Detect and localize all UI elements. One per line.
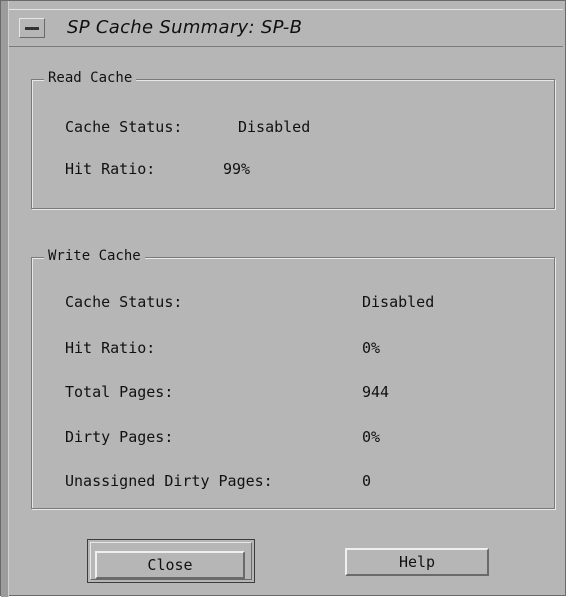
unassigned-dirty-pages-label: Unassigned Dirty Pages: [65,472,273,490]
write-hit-ratio-value: 0% [362,339,381,357]
read-cache-status-label: Cache Status: [65,118,183,136]
read-hit-ratio-value: 99% [223,160,251,178]
unassigned-dirty-pages-value: 0 [362,472,372,490]
write-cache-status-value: Disabled [362,293,435,311]
read-cache-legend: Read Cache [44,70,137,86]
window-menu-button[interactable] [19,18,45,38]
write-cache-legend: Write Cache [44,248,145,264]
window-border [1,1,9,597]
read-cache-status-value: Disabled [238,118,311,136]
window-title: SP Cache Summary: SP-B [67,17,303,38]
total-pages-label: Total Pages: [65,383,174,401]
dirty-pages-label: Dirty Pages: [65,428,174,446]
help-button[interactable]: Help [345,548,489,576]
read-cache-group: Read Cache [31,70,555,209]
write-hit-ratio-label: Hit Ratio: [65,339,156,357]
window-menu-icon [25,27,39,30]
write-cache-status-label: Cache Status: [65,293,183,311]
title-bar[interactable]: SP Cache Summary: SP-B [9,9,563,47]
close-button[interactable]: Close [95,551,245,579]
total-pages-value: 944 [362,383,390,401]
read-hit-ratio-label: Hit Ratio: [65,160,156,178]
cache-summary-window: SP Cache Summary: SP-B Read Cache Cache … [0,0,566,597]
dirty-pages-value: 0% [362,428,381,446]
